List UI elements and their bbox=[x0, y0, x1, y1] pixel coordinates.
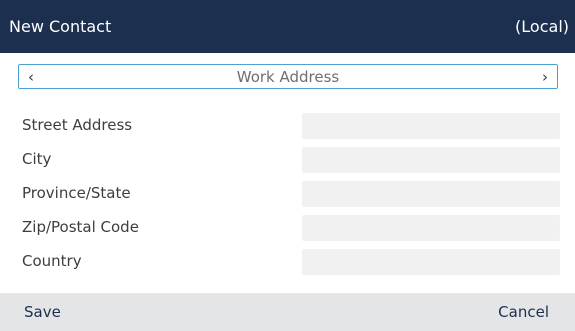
street-address-label: Street Address bbox=[22, 116, 133, 134]
chevron-right-icon[interactable]: › bbox=[539, 68, 551, 86]
province-state-field[interactable] bbox=[302, 181, 560, 207]
contact-location: (Local) bbox=[515, 17, 569, 36]
softkey-bar: Save Cancel bbox=[0, 293, 575, 331]
city-row: City bbox=[0, 144, 575, 174]
cancel-button[interactable]: Cancel bbox=[498, 303, 549, 321]
country-row: Country bbox=[0, 246, 575, 276]
city-field[interactable] bbox=[302, 147, 560, 173]
save-button[interactable]: Save bbox=[24, 303, 61, 321]
street-address-row: Street Address bbox=[0, 110, 575, 140]
country-field[interactable] bbox=[302, 249, 560, 275]
chevron-left-icon[interactable]: ‹ bbox=[25, 68, 37, 86]
street-address-field[interactable] bbox=[302, 113, 560, 139]
country-label: Country bbox=[22, 252, 82, 270]
address-type-selector[interactable]: ‹ Work Address › bbox=[18, 64, 558, 89]
city-label: City bbox=[22, 150, 52, 168]
zip-postal-code-label: Zip/Postal Code bbox=[22, 218, 139, 236]
title-bar: New Contact (Local) bbox=[0, 0, 575, 53]
page-title: New Contact bbox=[9, 17, 112, 36]
province-state-row: Province/State bbox=[0, 178, 575, 208]
zip-postal-code-row: Zip/Postal Code bbox=[0, 212, 575, 242]
zip-postal-code-field[interactable] bbox=[302, 215, 560, 241]
address-type-label: Work Address bbox=[236, 67, 340, 86]
province-state-label: Province/State bbox=[22, 184, 131, 202]
